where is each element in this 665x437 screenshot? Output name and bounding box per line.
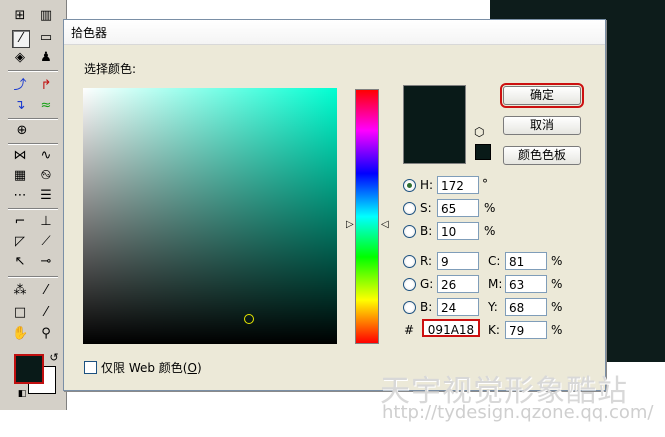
rect-select-icon[interactable]: ⌐	[12, 214, 28, 230]
radio-s[interactable]	[403, 202, 416, 215]
color-picker-dialog: 拾色器 选择颜色: ▷ ◁ ⬡ 确定 取消 颜色色板 H: 172 ° S: 6…	[63, 19, 606, 391]
default-colors-icon[interactable]: ◧	[14, 386, 30, 402]
toolbox: ⊞ ▥ ⁄ ▭ ◈ ♟ ⤴ ↱ ↴ ≈ ⊕ ⋈ ∿ ▦ ࿊ ⋯ ☰ ⌐ ⊥ ◸ …	[0, 0, 67, 410]
b-label: B:	[420, 224, 433, 238]
title-bar: 拾色器	[64, 20, 605, 45]
swap-colors-icon[interactable]: ↺	[46, 350, 62, 366]
convert-point-icon[interactable]: ↴	[12, 98, 28, 114]
y-label: Y:	[488, 300, 498, 314]
divider	[8, 208, 58, 210]
paint-bucket-icon[interactable]: ◈	[12, 50, 28, 66]
divider	[8, 118, 58, 120]
pen-add-icon[interactable]: ⤴	[12, 78, 28, 94]
align-icon[interactable]: ☰	[38, 188, 54, 204]
rgb-b-field[interactable]: 24	[437, 298, 479, 316]
web-colors-label-text: 仅限 Web 颜色(	[101, 361, 188, 375]
h-unit: °	[482, 177, 488, 191]
cancel-button[interactable]: 取消	[503, 116, 581, 135]
web-colors-mnemonic: O	[187, 361, 197, 375]
h-label: H:	[420, 178, 434, 192]
m-label: M:	[488, 277, 503, 291]
warp-icon[interactable]: ⋈	[12, 148, 28, 164]
slice-select-icon[interactable]: ⊥	[38, 214, 54, 230]
c-field[interactable]: 81	[505, 252, 547, 270]
radio-r[interactable]	[403, 255, 416, 268]
eraser-icon[interactable]: ▭	[38, 30, 54, 46]
color-swatches-button[interactable]: 颜色色板	[503, 146, 581, 165]
eyedropper-icon[interactable]: ⁄	[12, 30, 30, 48]
s-label: S:	[420, 201, 432, 215]
b-field[interactable]: 10	[437, 222, 479, 240]
direct-select-icon[interactable]: ↖	[12, 254, 28, 270]
gradient-icon[interactable]: ▥	[38, 8, 54, 24]
foreground-color-swatch[interactable]	[14, 354, 44, 384]
s-field[interactable]: 65	[437, 199, 479, 217]
pen-anchor-icon[interactable]: ↱	[38, 78, 54, 94]
s-unit: %	[484, 201, 496, 215]
ok-button[interactable]: 确定	[500, 83, 584, 108]
radio-rgb-b[interactable]	[403, 301, 416, 314]
g-label: G:	[420, 277, 434, 291]
node-icon[interactable]: ⊸	[38, 254, 54, 270]
c-unit: %	[551, 254, 563, 268]
r-label: R:	[420, 254, 433, 268]
g-field[interactable]: 26	[437, 275, 479, 293]
slice-icon[interactable]: ⊞	[12, 8, 28, 24]
web-colors-label: 仅限 Web 颜色(O)	[101, 359, 202, 376]
hex-field[interactable]: 091A18	[422, 319, 480, 337]
b-unit: %	[484, 224, 496, 238]
curve-icon[interactable]: ≈	[38, 98, 54, 114]
zigzag-icon[interactable]: ⋯	[12, 188, 28, 204]
k-field[interactable]: 79	[505, 321, 547, 339]
color-field-cursor[interactable]	[244, 314, 254, 324]
new-color-preview	[403, 85, 466, 164]
web-colors-label-end: )	[196, 361, 202, 375]
h-field[interactable]: 172	[437, 176, 479, 194]
c-label: C:	[488, 254, 501, 268]
radio-g[interactable]	[403, 278, 416, 291]
eyedropper-small-icon[interactable]: ⁄	[38, 305, 54, 321]
m-field[interactable]: 63	[505, 275, 547, 293]
hand-icon[interactable]: ✋	[12, 326, 28, 342]
measure-icon[interactable]: ⟋	[38, 234, 54, 250]
color-field[interactable]	[83, 88, 337, 344]
m-unit: %	[551, 277, 563, 291]
wave-icon[interactable]: ∿	[38, 148, 54, 164]
k-label: K:	[488, 323, 500, 337]
web-safe-swatch[interactable]	[475, 144, 491, 160]
hue-slider-right-arrow[interactable]: ◁	[381, 219, 389, 230]
cube-icon[interactable]: ⬡	[474, 125, 484, 139]
swirl-icon[interactable]: ࿊	[38, 168, 54, 184]
divider	[8, 70, 58, 72]
polygon-lasso-icon[interactable]: ◸	[12, 234, 28, 250]
divider	[8, 276, 58, 278]
k-unit: %	[551, 323, 563, 337]
stamp-icon[interactable]: ♟	[38, 50, 54, 66]
target-icon[interactable]: ⊕	[14, 123, 30, 139]
divider	[8, 143, 58, 145]
hex-label: #	[404, 323, 415, 337]
y-field[interactable]: 68	[505, 298, 547, 316]
web-colors-checkbox[interactable]	[84, 361, 97, 374]
select-color-label: 选择颜色:	[84, 62, 137, 76]
rgb-b-label: B:	[420, 300, 433, 314]
radio-b[interactable]	[403, 225, 416, 238]
hue-slider-left-arrow[interactable]: ▷	[346, 219, 354, 230]
halftone-icon[interactable]: ▦	[12, 168, 28, 184]
radio-h[interactable]	[403, 179, 416, 192]
r-field[interactable]: 9	[437, 252, 479, 270]
ruler-icon[interactable]: ⁄	[38, 283, 54, 299]
y-unit: %	[551, 300, 563, 314]
watermark-url: http://tydesign.qzone.qq.com/	[382, 402, 654, 423]
hue-slider[interactable]	[355, 89, 379, 344]
zoom-icon[interactable]: ⚲	[38, 326, 54, 342]
dialog-title: 拾色器	[71, 26, 108, 40]
crop-icon[interactable]: □	[12, 305, 28, 321]
color-sampler-icon[interactable]: ⁂	[12, 283, 28, 299]
